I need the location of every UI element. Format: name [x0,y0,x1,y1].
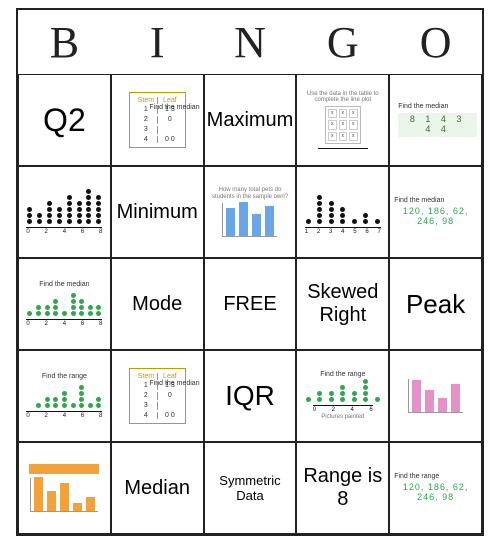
sublabel: Pictures painted [321,414,364,421]
hdr-B: B [18,10,111,74]
cell-mode[interactable]: Mode [111,258,204,350]
dotplot-cols [26,188,102,224]
cell-median-list-1[interactable]: Find the median 120, 186, 62, 246, 98 [389,166,482,258]
cell-barchart-pink[interactable] [389,350,482,442]
caption: Find the median [398,103,448,111]
stemleaf-caption: Find the median [149,380,199,387]
cell-stemleaf-1[interactable]: StemLeaf 11 320 340 0 Find the median [111,74,204,166]
caption: Find the range [42,373,87,381]
cell-median[interactable]: Median [111,442,204,534]
bingo-card: B I N G O Q2 StemLeaf 11 320 340 0 Find … [16,8,484,536]
values: 120, 186, 62, 246, 98 [394,483,477,503]
cell-dotplot-gr3[interactable]: Find the range 0246 Pictures painted [296,350,389,442]
cell-peak[interactable]: Peak [389,258,482,350]
cell-dotplot-gr1[interactable]: Find the median 02468 [18,258,111,350]
stemleaf-caption: Find the median [149,104,199,111]
cell-maximum[interactable]: Maximum [204,74,297,166]
cell-dotplot-bk1[interactable]: 02468 [18,166,111,258]
cell-dotplot-gr2[interactable]: Find the range 02468 [18,350,111,442]
cell-lineplot-prompt[interactable]: Use the data in the table to complete th… [296,74,389,166]
caption: Find the median [394,197,444,205]
caption: Find the range [320,371,365,379]
cell-barchart-blue[interactable]: How many total pets do students in the s… [204,166,297,258]
number-strip: 8 1 4 3 4 4 [398,113,477,137]
cell-iqr[interactable]: IQR [204,350,297,442]
caption: Find the median [39,281,89,289]
cell-minimum[interactable]: Minimum [111,166,204,258]
hdr-O: O [389,10,482,74]
cell-symmetric[interactable]: Symmetric Data [204,442,297,534]
cell-range-list[interactable]: Find the range 120, 186, 62, 246, 98 [389,442,482,534]
hdr-N: N [204,10,297,74]
chart-title: How many total pets do students in the s… [209,187,292,200]
bars [222,203,277,237]
hdr-I: I [111,10,204,74]
cell-median-strip[interactable]: Find the median 8 1 4 3 4 4 [389,74,482,166]
prompt-text: Use the data in the table to complete th… [301,91,384,104]
cell-skewed-right[interactable]: Skewed Right [296,258,389,350]
values: 120, 186, 62, 246, 98 [394,207,477,227]
caption: Find the range [394,473,439,481]
cell-stemleaf-2[interactable]: StemLeaf 11 320 340 0 Find the median [111,350,204,442]
cell-dotplot-bk2[interactable]: 1234567 [296,166,389,258]
cell-q2[interactable]: Q2 [18,74,111,166]
cell-barchart-orange[interactable] [18,442,111,534]
bingo-header: B I N G O [18,10,482,74]
hdr-G: G [296,10,389,74]
bingo-grid: Q2 StemLeaf 11 320 340 0 Find the median… [18,74,482,534]
cell-free[interactable]: FREE [204,258,297,350]
cell-range-8[interactable]: Range is 8 [296,442,389,534]
